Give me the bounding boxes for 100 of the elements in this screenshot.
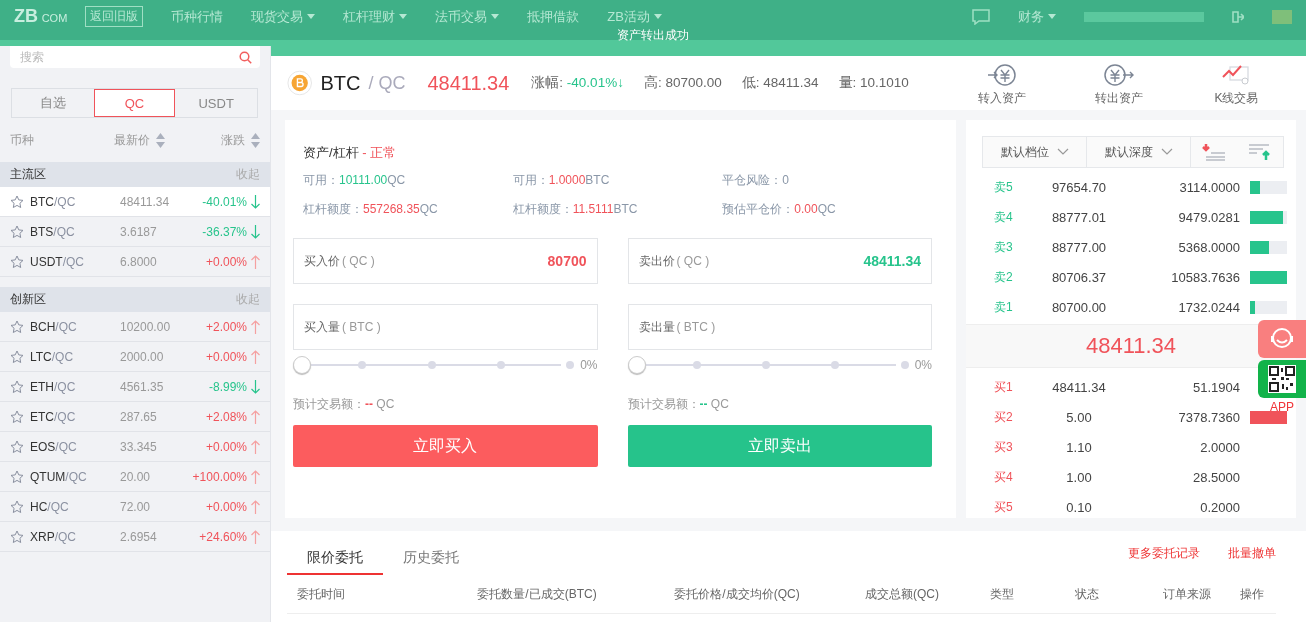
ticker-stat: 低: 48411.34 [741,74,819,92]
star-icon[interactable] [10,254,24,269]
bid-price: 5.00 [1065,409,1093,425]
price-change: -36.37% [201,224,247,239]
pair-name: USDT/QC [30,254,85,269]
pair-name: QTUM/QC [30,469,88,484]
orders-tab[interactable]: 限价委托 [287,531,383,575]
current-price: 48411.34 [427,71,510,95]
price-change: -40.01% [201,194,247,209]
star-icon[interactable] [10,194,24,209]
pair-name: BTC/QC [30,194,77,209]
star-icon[interactable] [10,379,24,394]
star-icon[interactable] [10,499,24,514]
last-price: 48411.34 [120,194,171,209]
market-row[interactable]: BTC/QC 48411.34 -40.01% [0,187,270,217]
ask-label: 卖2 [994,268,1014,286]
transfer-in-icon [986,63,1019,86]
slider-step-dot[interactable] [358,361,367,369]
slider-handle[interactable] [293,356,311,374]
star-icon[interactable] [10,469,24,484]
account-stat: 杠杆额度：11.5111BTC [512,201,639,218]
slider-step-dot[interactable] [427,361,436,369]
star-icon[interactable] [10,409,24,424]
slider-step-dot[interactable] [566,361,575,369]
account-stat: 可用：10111.00QC [303,172,407,189]
market-tab[interactable]: QC [93,89,176,117]
market-row[interactable]: BTS/QC 3.6187 -36.37% [0,217,270,247]
bid-label: 买3 [994,438,1014,456]
slider-step-dot[interactable] [692,361,701,369]
buy-orders-view-icon[interactable] [1248,143,1272,161]
bid-amount: 2.0000 [1199,439,1240,455]
market-row[interactable]: USDT/QC 6.8000 +0.00% [0,247,270,277]
star-icon[interactable] [10,439,24,454]
price-input-field[interactable]: 买入价 ( QC ) 80700 [293,238,598,284]
star-icon[interactable] [10,349,24,364]
column-header: 委托价格/成交均价(QC) [673,585,801,603]
transfer-out-icon [1103,63,1136,86]
coin-symbol: BTC [320,71,361,95]
market-row[interactable]: EOS/QC 33.345 +0.00% [0,432,270,462]
sort-icon[interactable] [251,132,260,148]
ticker-stat: 高: 80700.00 [643,74,722,92]
amount-input-field[interactable]: 卖出量 ( BTC ) [627,304,932,350]
last-price: 20.00 [120,469,152,484]
pair-name: XRP/QC [30,529,78,544]
column-header: 状态 [1074,585,1100,603]
market-row[interactable]: LTC/QC 2000.00 +0.00% [0,342,270,372]
account-block[interactable] [1084,11,1204,22]
column-header: 涨跌 [221,131,245,149]
bid-price: 1.10 [1065,439,1093,455]
search-button[interactable] [230,46,260,68]
percent-label: 0% [580,358,598,372]
chat-icon[interactable] [972,8,990,25]
ask-amount: 10583.7636 [1170,269,1240,285]
slider-step-dot[interactable] [496,361,505,369]
star-icon[interactable] [10,529,24,544]
app-qr-button[interactable] [1258,360,1306,398]
last-price: 48411.34 [1085,333,1177,359]
estimate-amount: 预计交易额：-- QC [627,396,730,413]
estimate-amount: 预计交易额：-- QC [293,396,396,413]
amount-input-field[interactable]: 买入量 ( BTC ) [293,304,598,350]
search-field[interactable]: 搜索 [10,46,230,68]
percent-label: 0% [914,358,932,372]
market-row[interactable]: HC/QC 72.00 +0.00% [0,492,270,522]
dropdown[interactable]: 默认档位 [983,137,1087,167]
slider-step-dot[interactable] [762,361,771,369]
price-input-field[interactable]: 卖出价 ( QC ) 48411.34 [627,238,932,284]
star-icon[interactable] [10,224,24,239]
asset-action-button[interactable]: K线交易 [1192,63,1280,107]
slider-step-dot[interactable] [831,361,840,369]
asset-action-button[interactable]: 转入资产 [958,63,1046,107]
flag-icon[interactable] [1272,9,1292,24]
market-row[interactable]: XRP/QC 2.6954 +24.60% [0,522,270,552]
market-row[interactable]: ETC/QC 287.65 +2.08% [0,402,270,432]
orders-tab[interactable]: 历史委托 [383,531,479,575]
price-change: +24.60% [198,529,247,544]
ask-label: 卖3 [994,238,1014,256]
amount-slider[interactable] [293,356,571,374]
dropdown[interactable]: 默认深度 [1087,137,1191,167]
sort-icon[interactable] [156,132,165,148]
bid-price: 1.00 [1065,469,1093,485]
orders-link[interactable]: 更多委托记录 [1128,544,1200,562]
ask-price: 80706.37 [1050,269,1108,285]
section-title: 主流区 [10,166,46,183]
ticker-stat: 量: 10.1010 [838,74,909,92]
last-price: 33.345 [120,439,158,454]
column-header: 成交总额(QC) [864,585,940,603]
bid-label: 买4 [994,468,1014,486]
asset-action-button[interactable]: 转出资产 [1075,63,1163,107]
market-row[interactable]: ETH/QC 4561.35 -8.99% [0,372,270,402]
sell-orders-view-icon[interactable] [1202,143,1226,161]
star-icon[interactable] [10,319,24,334]
slider-handle[interactable] [627,356,646,374]
price-change: -8.99% [207,379,247,394]
orders-link[interactable]: 批量撤单 [1228,544,1276,562]
logout-icon[interactable] [1232,10,1244,23]
slider-step-dot[interactable] [900,361,909,369]
market-row[interactable]: QTUM/QC 20.00 +100.00% [0,462,270,492]
market-row[interactable]: BCH/QC 10200.00 +2.00% [0,312,270,342]
ask-price: 80700.00 [1050,299,1108,315]
last-price: 4561.35 [120,379,165,394]
